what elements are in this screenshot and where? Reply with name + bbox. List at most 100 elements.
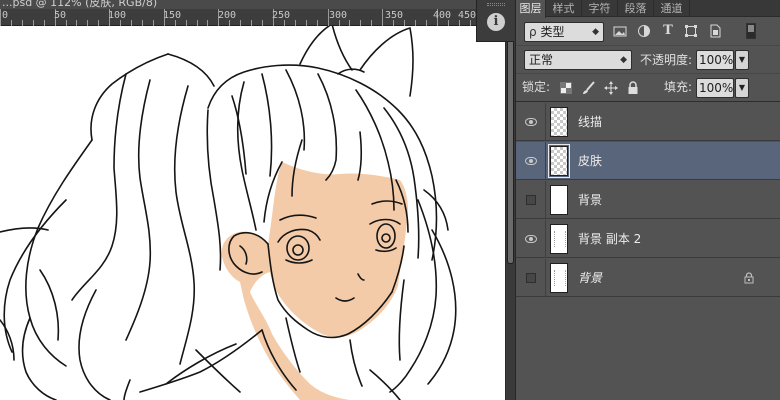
collapsed-panel-dock: i (476, 0, 514, 42)
tab-character[interactable]: 字符 (582, 0, 618, 17)
collar (123, 379, 131, 400)
hair-outline (261, 73, 273, 177)
fill-input[interactable]: 100% (696, 78, 734, 98)
bangs (357, 131, 363, 181)
canvas-vertical-scrollbar[interactable] (505, 0, 515, 400)
chevron-updown-icon: ◆ (620, 55, 627, 65)
ruler-label: 450 (458, 10, 477, 21)
hair-strand-right (427, 229, 457, 385)
opacity-label: 不透明度: (640, 53, 693, 67)
visibility-off-box (526, 273, 536, 283)
visibility-toggle[interactable] (516, 142, 546, 180)
ruler-label: 50 (54, 10, 67, 21)
ruler-label: 250 (272, 10, 291, 21)
ponytail (39, 269, 60, 341)
eye-icon (525, 157, 537, 165)
hair-strand-right (398, 279, 405, 361)
document-tab-title: ...psd @ 112% (皮肤, RGB/8) (2, 0, 158, 9)
ruler-label: 0 (2, 10, 9, 21)
ruler-label: 150 (163, 10, 182, 21)
tab-channels[interactable]: 通道 (654, 0, 690, 17)
layer-row-background-copy-2[interactable]: 背景 副本 2 (516, 220, 780, 258)
filter-kind-select[interactable]: ρ 类型 ◆ (524, 22, 604, 42)
layer-row-skin[interactable]: 皮肤 (516, 142, 780, 180)
ponytail (3, 199, 67, 353)
lock-row: 锁定: 填充: 100% ▼ (516, 74, 780, 102)
ponytail (173, 85, 196, 365)
neck (349, 339, 363, 387)
filter-toggle-switch[interactable] (746, 23, 756, 39)
document-canvas-area[interactable]: ...psd @ 112% (皮肤, RGB/8) 0 50 100 150 2… (0, 0, 505, 400)
tab-paragraph[interactable]: 段落 (618, 0, 654, 17)
document-tab[interactable]: ...psd @ 112% (皮肤, RGB/8) (0, 0, 505, 9)
tab-styles[interactable]: 样式 (546, 0, 582, 17)
opacity-dropdown-button[interactable]: ▼ (735, 50, 749, 70)
layer-name: 背景 副本 2 (578, 232, 642, 246)
horizontal-ruler[interactable]: 0 50 100 150 200 250 300 350 400 450 (0, 9, 480, 26)
opacity-input[interactable]: 100% (696, 50, 734, 70)
ponytail (21, 317, 57, 400)
layer-thumbnail (550, 185, 568, 215)
blend-mode-select[interactable]: 正常 ◆ (524, 50, 632, 70)
visibility-toggle[interactable] (516, 220, 546, 258)
lock-all-icon[interactable] (627, 81, 639, 95)
lock-position-move-icon[interactable] (604, 81, 618, 95)
layer-name: 背景 (578, 271, 603, 285)
lock-transparent-pixels-icon[interactable] (560, 82, 572, 94)
lock-icon (744, 272, 754, 284)
layer-name: 背景 (578, 193, 603, 207)
lock-image-pixels-brush-icon[interactable] (582, 81, 596, 95)
layer-row-background-locked[interactable]: 背景 (516, 259, 780, 297)
image-filter-icon[interactable] (613, 24, 627, 38)
visibility-toggle[interactable] (516, 181, 546, 219)
panel-tab-bar: 图层 样式 字符 段落 通道 (516, 0, 780, 18)
ponytail (71, 73, 127, 301)
hair-outline (285, 69, 306, 151)
layer-name: 皮肤 (578, 154, 603, 168)
visibility-toggle[interactable] (516, 103, 546, 141)
lock-label: 锁定: (522, 80, 551, 94)
ruler-label: 400 (433, 10, 452, 21)
adjustment-filter-icon[interactable] (637, 24, 651, 38)
ruler-label: 200 (218, 10, 237, 21)
visibility-off-box (526, 195, 536, 205)
scrollbar-thumb[interactable] (507, 28, 514, 264)
type-filter-icon[interactable]: T (661, 24, 675, 38)
anime-girl-line-art (0, 26, 457, 400)
layer-row-background[interactable]: 背景 (516, 181, 780, 219)
ruler-label: 350 (385, 10, 404, 21)
panel-grip-icon[interactable] (487, 3, 505, 6)
layers-panel: 图层 样式 字符 段落 通道 ρ 类型 ◆ T 正常 ◆ 不透明度: 100% … (516, 0, 780, 400)
layer-row-line-art[interactable]: 线描 (516, 103, 780, 141)
collar (369, 369, 401, 400)
layer-name: 线描 (578, 115, 603, 129)
smart-object-filter-icon[interactable] (708, 24, 722, 38)
layer-thumbnail (548, 144, 570, 178)
blend-mode-value: 正常 (529, 53, 554, 67)
ruler-ticks (0, 9, 471, 26)
eye-icon (525, 118, 537, 126)
search-icon: ρ (529, 25, 537, 39)
hair-bow (337, 68, 365, 75)
info-icon[interactable]: i (487, 13, 505, 31)
layer-thumbnail (550, 107, 568, 137)
layer-thumbnail (550, 224, 568, 254)
shape-filter-icon[interactable] (684, 24, 698, 38)
ponytail (167, 53, 215, 87)
ponytail (206, 109, 222, 271)
layer-list: 线描 皮肤 背景 背景 副本 2 背景 (516, 103, 780, 400)
tab-layers[interactable]: 图层 (516, 0, 546, 18)
ponytail (78, 289, 111, 400)
ruler-label: 300 (329, 10, 348, 21)
skin-color-fill (221, 162, 408, 400)
fill-dropdown-button[interactable]: ▼ (735, 78, 749, 98)
hair-bow (299, 26, 353, 71)
hair-bow (359, 27, 414, 97)
fill-label: 填充: (664, 80, 693, 94)
ponytail (0, 227, 49, 233)
ponytail (90, 53, 169, 141)
visibility-toggle[interactable] (516, 259, 546, 297)
chevron-updown-icon: ◆ (592, 27, 599, 37)
layer-filter-row: ρ 类型 ◆ T (516, 18, 780, 46)
blend-mode-row: 正常 ◆ 不透明度: 100% ▼ (516, 46, 780, 74)
